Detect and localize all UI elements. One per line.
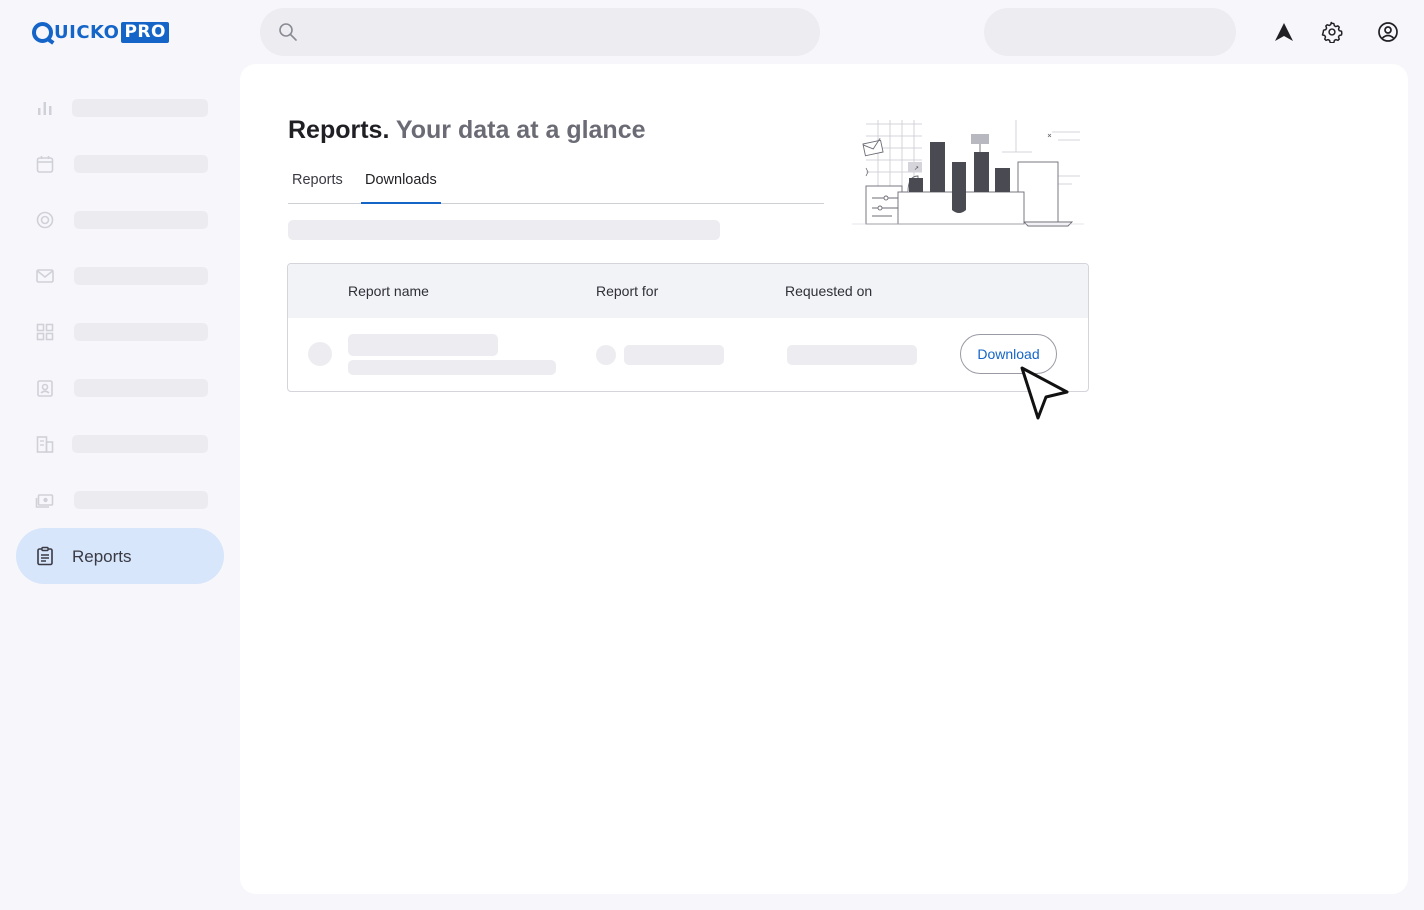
tab-downloads[interactable]: Downloads <box>361 172 441 204</box>
sidebar-skeleton-label <box>72 435 208 453</box>
sidebar-item-label: Reports <box>72 547 132 566</box>
pointer-cursor-icon <box>1020 366 1069 420</box>
report-subtext-skeleton <box>348 360 556 375</box>
clipboard-icon <box>37 546 53 566</box>
svg-text:↗: ↗ <box>914 165 919 172</box>
page-title-subtitle: Your data at a glance <box>395 116 646 144</box>
logo-text: UICKO <box>54 21 120 43</box>
report-for-avatar-skeleton <box>596 345 616 365</box>
logo-q-mark <box>32 21 53 43</box>
sidebar-item-goals[interactable] <box>16 192 224 248</box>
target-icon <box>36 211 54 229</box>
sidebar-item-apps[interactable] <box>16 304 224 360</box>
sidebar-item-business[interactable] <box>16 416 224 472</box>
sidebar-skeleton-label <box>72 99 208 117</box>
column-header-report-for: Report for <box>596 283 659 299</box>
id-card-icon <box>37 380 53 397</box>
sidebar-skeleton-label <box>74 379 208 397</box>
sidebar-skeleton-label <box>74 491 208 509</box>
search-input[interactable] <box>312 8 802 56</box>
sidebar-skeleton-label <box>74 323 208 341</box>
sidebar-item-mail[interactable] <box>16 248 224 304</box>
description-skeleton <box>288 220 720 240</box>
report-name-skeleton <box>348 334 498 356</box>
calendar-icon <box>36 156 54 173</box>
requested-on-skeleton <box>787 345 917 365</box>
sidebar-skeleton-label <box>74 267 208 285</box>
gear-icon[interactable] <box>1320 20 1344 44</box>
table-row[interactable]: Download <box>288 318 1088 392</box>
search-icon <box>279 23 297 41</box>
sidebar-item-payments[interactable] <box>16 472 224 528</box>
tab-bar: Reports Downloads <box>288 162 824 204</box>
main-panel: Reports. Your data at a glance Reports D… <box>240 64 1408 894</box>
top-skeleton-pill[interactable] <box>984 8 1236 56</box>
row-avatar-skeleton <box>308 342 332 366</box>
column-header-report-name: Report name <box>348 283 429 299</box>
reports-illustration: ↗ <box>852 120 1084 227</box>
sidebar-item-calendar[interactable] <box>16 136 224 192</box>
sidebar-item-analytics[interactable] <box>16 80 224 136</box>
sidebar-item-contacts[interactable] <box>16 360 224 416</box>
tab-reports[interactable]: Reports <box>292 172 343 204</box>
user-circle-icon[interactable] <box>1376 20 1400 44</box>
downloads-table: Report name Report for Requested on Down… <box>287 263 1089 392</box>
column-header-requested-on: Requested on <box>785 283 873 299</box>
sidebar-skeleton-label <box>74 155 208 173</box>
mail-icon <box>36 269 54 283</box>
bar-chart-icon <box>38 102 52 115</box>
report-for-skeleton <box>624 345 724 365</box>
logo-pro-badge: PRO <box>121 21 169 43</box>
building-icon <box>36 436 54 453</box>
page-title-strong: Reports. <box>288 116 390 144</box>
sidebar-skeleton-label <box>74 211 208 229</box>
page-title: Reports. Your data at a glance <box>288 116 646 145</box>
search-bar[interactable] <box>260 8 820 56</box>
grid-icon <box>36 323 54 341</box>
sidebar-item-reports[interactable]: Reports <box>16 528 224 584</box>
cash-icon <box>35 494 54 508</box>
navigate-icon[interactable] <box>1272 20 1296 44</box>
app-logo[interactable]: UICKO PRO <box>32 21 169 43</box>
table-header: Report name Report for Requested on <box>288 264 1088 318</box>
